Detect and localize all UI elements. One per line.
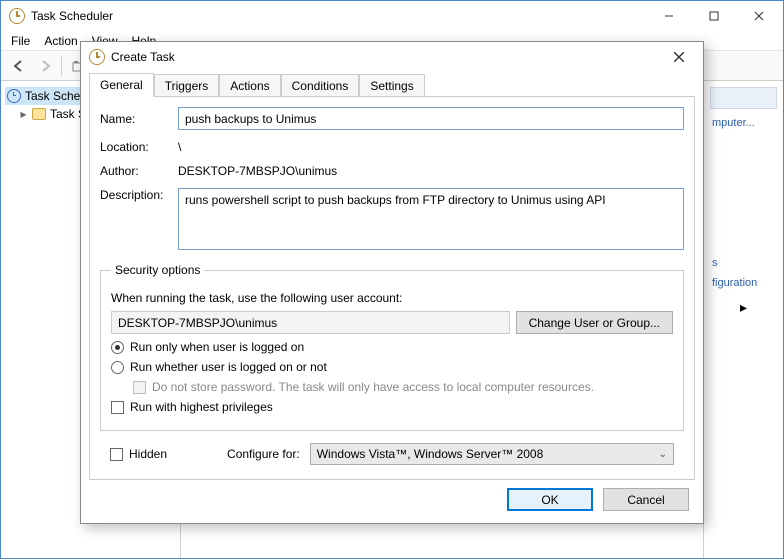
name-label: Name: bbox=[100, 112, 178, 126]
dialog-close-button[interactable] bbox=[663, 45, 695, 69]
checkbox-label: Hidden bbox=[129, 447, 167, 461]
user-account-display: DESKTOP-7MBSPJO\unimus bbox=[111, 311, 510, 334]
author-label: Author: bbox=[100, 164, 178, 178]
radio-run-logged-on[interactable]: Run only when user is logged on bbox=[111, 340, 304, 354]
radio-icon bbox=[111, 341, 124, 354]
clock-icon bbox=[9, 8, 25, 24]
back-button[interactable] bbox=[7, 54, 31, 78]
menu-file[interactable]: File bbox=[11, 34, 30, 48]
actions-item[interactable]: s bbox=[710, 253, 777, 273]
name-input[interactable] bbox=[178, 107, 684, 130]
minimize-button[interactable] bbox=[646, 1, 691, 31]
close-button[interactable] bbox=[736, 1, 781, 31]
configure-for-select[interactable]: Windows Vista™, Windows Server™ 2008 ⌄ bbox=[310, 443, 674, 465]
checkbox-highest-privileges[interactable]: Run with highest privileges bbox=[111, 400, 273, 414]
tab-general[interactable]: General bbox=[89, 73, 154, 97]
ok-button[interactable]: OK bbox=[507, 488, 593, 511]
main-titlebar: Task Scheduler bbox=[1, 1, 783, 31]
dialog-title: Create Task bbox=[111, 50, 663, 64]
description-label: Description: bbox=[100, 188, 178, 202]
security-options-legend: Security options bbox=[111, 263, 204, 277]
description-input[interactable] bbox=[178, 188, 684, 250]
folder-icon bbox=[32, 108, 46, 120]
tab-conditions[interactable]: Conditions bbox=[281, 74, 360, 97]
forward-button[interactable] bbox=[33, 54, 57, 78]
tab-body-general: Name: Location: \ Author: DESKTOP-7MBSPJ… bbox=[89, 96, 695, 480]
security-when-running: When running the task, use the following… bbox=[111, 291, 673, 305]
actions-pane: mputer... s figuration ▸ bbox=[703, 81, 783, 558]
checkbox-no-store-password: Do not store password. The task will onl… bbox=[133, 380, 594, 394]
radio-label: Run only when user is logged on bbox=[130, 340, 304, 354]
dialog-tabs: General Triggers Actions Conditions Sett… bbox=[81, 72, 703, 96]
dialog-titlebar: Create Task bbox=[81, 42, 703, 72]
radio-icon bbox=[111, 361, 124, 374]
checkbox-icon bbox=[133, 381, 146, 394]
expand-arrow-icon[interactable]: ▸ bbox=[710, 293, 777, 322]
change-user-button[interactable]: Change User or Group... bbox=[516, 311, 673, 334]
dialog-buttons: OK Cancel bbox=[81, 480, 703, 523]
author-value: DESKTOP-7MBSPJO\unimus bbox=[178, 164, 684, 178]
actions-item[interactable]: mputer... bbox=[710, 113, 777, 133]
radio-run-whether[interactable]: Run whether user is logged on or not bbox=[111, 360, 327, 374]
menu-action[interactable]: Action bbox=[44, 34, 77, 48]
checkbox-icon bbox=[111, 401, 124, 414]
security-options-group: Security options When running the task, … bbox=[100, 263, 684, 431]
tab-triggers[interactable]: Triggers bbox=[154, 74, 220, 97]
expand-icon[interactable]: ▸ bbox=[19, 107, 28, 121]
window-controls bbox=[646, 1, 781, 31]
toolbar-separator bbox=[61, 56, 62, 76]
create-task-dialog: Create Task General Triggers Actions Con… bbox=[80, 41, 704, 524]
actions-item[interactable]: figuration bbox=[710, 273, 777, 293]
checkbox-label: Run with highest privileges bbox=[130, 400, 273, 414]
configure-for-value: Windows Vista™, Windows Server™ 2008 bbox=[317, 447, 544, 461]
checkbox-icon bbox=[110, 448, 123, 461]
radio-label: Run whether user is logged on or not bbox=[130, 360, 327, 374]
actions-pane-header bbox=[710, 87, 777, 109]
location-label: Location: bbox=[100, 140, 178, 154]
window-title: Task Scheduler bbox=[31, 9, 646, 23]
location-value: \ bbox=[178, 140, 684, 154]
checkbox-label: Do not store password. The task will onl… bbox=[152, 380, 594, 394]
cancel-button[interactable]: Cancel bbox=[603, 488, 689, 511]
checkbox-hidden[interactable]: Hidden bbox=[110, 447, 167, 461]
clock-icon bbox=[7, 89, 21, 103]
chevron-down-icon: ⌄ bbox=[659, 449, 667, 460]
tab-settings[interactable]: Settings bbox=[359, 74, 424, 97]
tab-actions[interactable]: Actions bbox=[219, 74, 280, 97]
configure-for-label: Configure for: bbox=[227, 447, 300, 461]
clock-icon bbox=[89, 49, 105, 65]
maximize-button[interactable] bbox=[691, 1, 736, 31]
